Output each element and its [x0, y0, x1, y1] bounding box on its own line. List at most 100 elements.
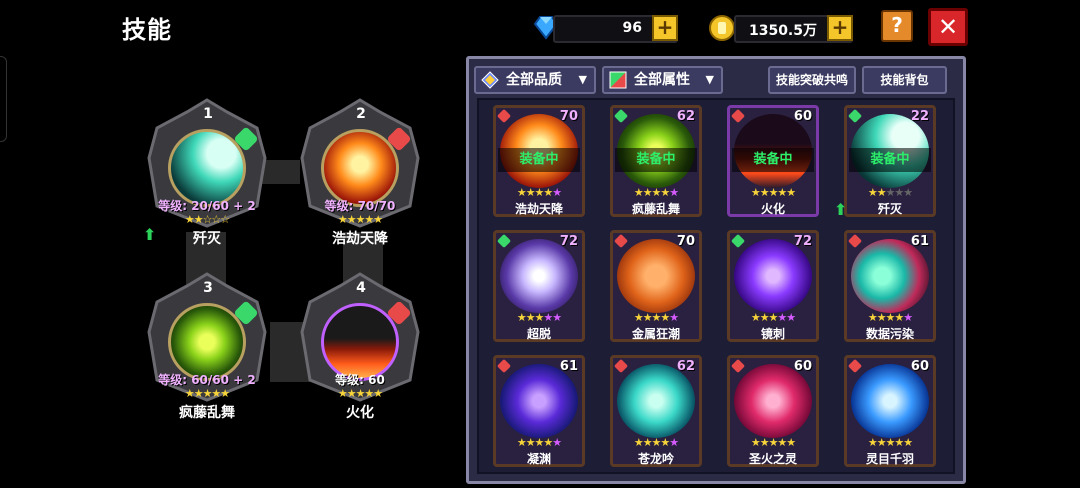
- skill-card[interactable]: 61 ★★★★★ 数据污染: [844, 230, 936, 342]
- slot-number: 3: [203, 280, 213, 296]
- skill-stars: ★★★★★: [516, 311, 562, 324]
- skill-level: 61: [559, 359, 578, 374]
- skill-card[interactable]: 72 ★★★★★ 超脱: [493, 230, 585, 342]
- element-icon: [730, 233, 746, 249]
- side-tab[interactable]: [0, 56, 7, 142]
- chevron-down-icon: ▼: [578, 73, 587, 86]
- slot-number: 2: [356, 106, 366, 122]
- skill-level: 60: [910, 359, 929, 374]
- diamond-counter: 96 +: [553, 15, 678, 43]
- skill-stars: ★★★★★: [750, 436, 796, 449]
- skill-stars: ★★★★★: [633, 311, 679, 324]
- quality-filter-dropdown[interactable]: 全部品质 ▼: [474, 66, 596, 94]
- page-title: 技能: [122, 16, 172, 44]
- skill-name: 歼灭: [877, 202, 902, 216]
- element-icon: [496, 108, 512, 124]
- skill-level: 61: [910, 234, 929, 249]
- skill-slot-2[interactable]: 2 等级: 70/70 ★★★★★ 浩劫天降: [300, 98, 420, 247]
- skill-art: [168, 303, 246, 381]
- help-button[interactable]: ?: [881, 10, 913, 42]
- upgrade-arrow-icon: ⬆: [834, 200, 848, 219]
- skill-name: 灵目千羽: [865, 452, 914, 466]
- skill-name: 疯藤乱舞: [631, 202, 680, 216]
- slot-skill-name: 疯藤乱舞: [179, 405, 235, 421]
- skill-art: [617, 364, 695, 438]
- skill-art: [734, 239, 812, 313]
- skill-level: 72: [793, 234, 812, 249]
- upgrade-arrow-icon: ⬆: [143, 225, 157, 244]
- skill-name: 金属狂潮: [631, 327, 680, 341]
- skill-card[interactable]: 61 ★★★★★ 凝渊: [493, 355, 585, 467]
- chevron-down-icon: ▼: [705, 73, 714, 86]
- skill-art: [500, 364, 578, 438]
- skill-stars: ★★★★★: [867, 311, 913, 324]
- equipped-badge: 装备中: [849, 148, 931, 172]
- skill-name: 超脱: [526, 327, 551, 341]
- gold-coin-icon: [709, 15, 735, 41]
- slot-stars: ★★★★★: [184, 387, 230, 400]
- skill-stars: ★★★★★: [750, 186, 796, 199]
- skill-name: 数据污染: [865, 327, 914, 341]
- skill-bag-button[interactable]: 技能背包: [862, 66, 947, 94]
- skill-stars: ★★★★★: [867, 186, 913, 199]
- add-diamond-button[interactable]: +: [652, 15, 678, 41]
- skill-art: [851, 364, 929, 438]
- element-icon: [847, 358, 863, 374]
- attribute-filter-label: 全部属性: [634, 72, 690, 88]
- slot-skill-name: 浩劫天降: [332, 231, 388, 247]
- skill-stars: ★★★★★: [516, 186, 562, 199]
- skill-art: [734, 364, 812, 438]
- skill-level: 60: [793, 109, 812, 124]
- slot-stars: ★★★★★: [337, 387, 383, 400]
- diamond-count: 96: [622, 20, 642, 36]
- skill-card[interactable]: 70 装备中 ★★★★★ 浩劫天降: [493, 105, 585, 217]
- element-icon: [847, 108, 863, 124]
- skill-art: [321, 129, 399, 207]
- skill-stars: ★★★★★: [633, 186, 679, 199]
- gold-counter: 1350.5万 +: [734, 15, 853, 43]
- skill-stars: ★★★★★: [516, 436, 562, 449]
- skill-level: 22: [910, 109, 929, 124]
- element-icon: [496, 233, 512, 249]
- add-gold-button[interactable]: +: [827, 15, 853, 41]
- skill-level: 70: [676, 234, 695, 249]
- skill-art: [168, 129, 246, 207]
- slot-skill-name: 火化: [346, 405, 374, 421]
- attribute-filter-dropdown[interactable]: 全部属性 ▼: [602, 66, 723, 94]
- slot-level: 等级: 60: [335, 373, 385, 387]
- skill-card[interactable]: 62 装备中 ★★★★★ 疯藤乱舞: [610, 105, 702, 217]
- slot-level: 等级: 60/60 + 2: [158, 373, 256, 387]
- element-icon: [613, 358, 629, 374]
- element-icon: [496, 358, 512, 374]
- skill-card[interactable]: 60 ★★★★★ 圣火之灵: [727, 355, 819, 467]
- skill-card[interactable]: 60 装备中 ★★★★★ 火化: [727, 105, 819, 217]
- slot-number: 4: [356, 280, 366, 296]
- skill-stars: ★★★★★: [867, 436, 913, 449]
- skill-name: 圣火之灵: [748, 452, 797, 466]
- skill-level: 60: [793, 359, 812, 374]
- skill-card[interactable]: 72 ★★★★★ 镜刺: [727, 230, 819, 342]
- skill-name: 浩劫天降: [514, 202, 563, 216]
- slot-number: 1: [203, 106, 213, 122]
- slot-stars: ★★☆☆☆: [184, 213, 230, 226]
- close-button[interactable]: ✕: [928, 8, 968, 46]
- element-icon: [613, 108, 629, 124]
- skill-slot-1[interactable]: 1 等级: 20/60 + 2 ★★☆☆☆ 歼灭: [147, 98, 267, 247]
- skill-level: 70: [559, 109, 578, 124]
- skill-slot-3[interactable]: 3 等级: 60/60 + 2 ★★★★★ 疯藤乱舞: [147, 272, 267, 421]
- skill-name: 镜刺: [760, 327, 785, 341]
- skill-art: [617, 239, 695, 313]
- equipped-badge: 装备中: [498, 148, 580, 172]
- skill-name: 苍龙吟: [637, 452, 674, 466]
- equipped-badge: 装备中: [615, 148, 697, 172]
- skill-card[interactable]: 60 ★★★★★ 灵目千羽: [844, 355, 936, 467]
- skill-card[interactable]: 62 ★★★★★ 苍龙吟: [610, 355, 702, 467]
- skill-card[interactable]: 22 装备中 ★★★★★ 歼灭: [844, 105, 936, 217]
- skill-card[interactable]: 70 ★★★★★ 金属狂潮: [610, 230, 702, 342]
- skill-name: 凝渊: [526, 452, 551, 466]
- skill-slot-4[interactable]: 4 等级: 60 ★★★★★ 火化: [300, 272, 420, 421]
- equipped-badge: 装备中: [732, 148, 814, 172]
- breakthrough-resonance-button[interactable]: 技能突破共鸣: [768, 66, 856, 94]
- skill-name: 火化: [760, 202, 785, 216]
- skill-level: 62: [676, 359, 695, 374]
